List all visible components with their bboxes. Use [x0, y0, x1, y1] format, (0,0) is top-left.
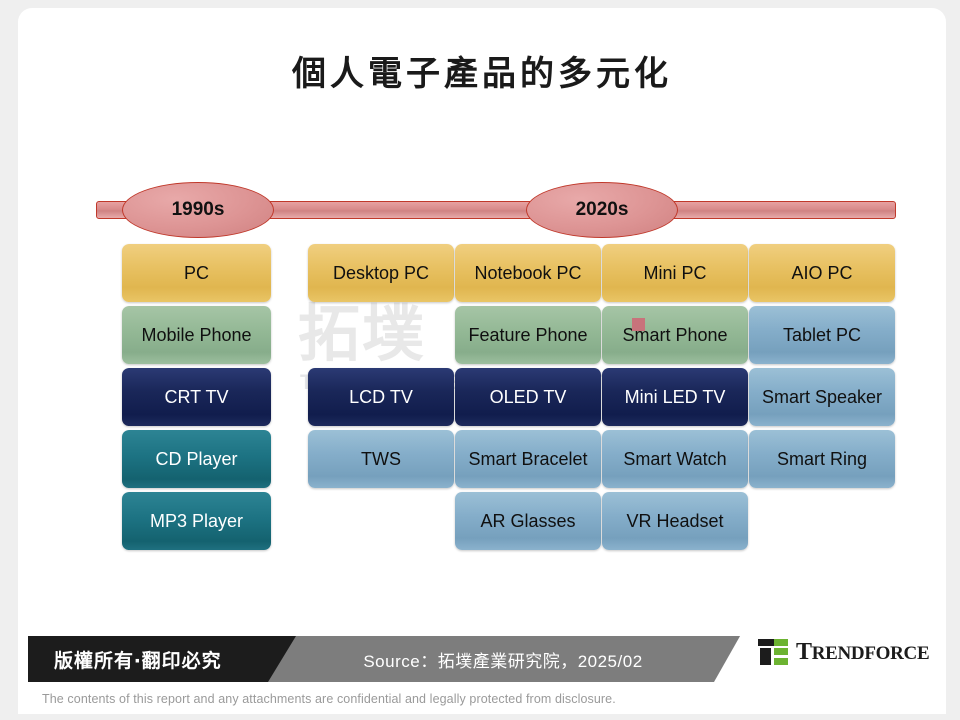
- disclaimer-text: The contents of this report and any atta…: [42, 692, 616, 706]
- product-cell-label: Desktop PC: [332, 262, 430, 283]
- slide-canvas: 個人電子產品的多元化 拓墣 TRi TOPOLOGY RESEARCH INST…: [18, 8, 946, 714]
- product-cell-feature-phone[interactable]: Feature Phone: [455, 306, 601, 364]
- logo-rest: RENDFORCE: [811, 642, 930, 664]
- product-cell-label: OLED TV: [489, 386, 567, 407]
- product-cell-tws[interactable]: TWS: [308, 430, 454, 488]
- page-title: 個人電子產品的多元化: [292, 54, 672, 94]
- product-cell-label: Smart Bracelet: [468, 448, 588, 469]
- product-cell-label: Smart Ring: [776, 448, 868, 469]
- product-cell-ar-glasses[interactable]: AR Glasses: [455, 492, 601, 550]
- trendforce-logo[interactable]: TRENDFORCE: [714, 622, 946, 682]
- product-cell-vr-headset[interactable]: VR Headset: [602, 492, 748, 550]
- product-cell-pc[interactable]: PC: [122, 244, 271, 302]
- timeline-era-1990s[interactable]: 1990s: [122, 182, 274, 238]
- product-cell-label: AIO PC: [791, 262, 853, 283]
- product-cell-notebook-pc[interactable]: Notebook PC: [455, 244, 601, 302]
- product-cell-label: Notebook PC: [474, 262, 582, 283]
- product-cell-smart-watch[interactable]: Smart Watch: [602, 430, 748, 488]
- product-cell-mobile-phone[interactable]: Mobile Phone: [122, 306, 271, 364]
- product-cell-label: CRT TV: [164, 386, 229, 407]
- product-cell-mp3-player[interactable]: MP3 Player: [122, 492, 271, 550]
- product-cell-label: Smart Watch: [623, 448, 727, 469]
- trendforce-wordmark: TRENDFORCE: [796, 638, 930, 666]
- product-cell-label: CD Player: [155, 448, 238, 469]
- product-cell-label: MP3 Player: [149, 510, 244, 531]
- product-grid: PC Desktop PC Notebook PC Mini PC AIO PC Mobi…: [122, 244, 898, 556]
- product-cell-label: Mini PC: [643, 262, 707, 283]
- footer: 版權所有‧翻印必究 Source：拓墣產業研究院，2025/02 TRENDFO…: [18, 622, 946, 682]
- trendforce-mark-icon: [758, 639, 788, 665]
- copyright-badge: 版權所有‧翻印必究: [28, 636, 296, 682]
- product-cell-desktop-pc[interactable]: Desktop PC: [308, 244, 454, 302]
- product-cell-label: PC: [183, 262, 209, 283]
- timeline-era-2020s[interactable]: 2020s: [526, 182, 678, 238]
- logo-initial: T: [796, 638, 812, 665]
- product-cell-cd-player[interactable]: CD Player: [122, 430, 271, 488]
- product-cell-aio-pc[interactable]: AIO PC: [749, 244, 895, 302]
- product-cell-oled-tv[interactable]: OLED TV: [455, 368, 601, 426]
- product-cell-smart-ring[interactable]: Smart Ring: [749, 430, 895, 488]
- red-square-marker-icon: [632, 318, 645, 331]
- product-cell-smart-speaker[interactable]: Smart Speaker: [749, 368, 895, 426]
- era-label: 1990s: [171, 199, 225, 220]
- product-cell-label: AR Glasses: [480, 510, 576, 531]
- product-cell-label: Feature Phone: [468, 324, 588, 345]
- product-cell-tablet-pc[interactable]: Tablet PC: [749, 306, 895, 364]
- product-cell-mini-pc[interactable]: Mini PC: [602, 244, 748, 302]
- product-cell-label: Tablet PC: [782, 324, 862, 345]
- product-cell-label: Smart Speaker: [761, 386, 883, 407]
- product-cell-mini-led-tv[interactable]: Mini LED TV: [602, 368, 748, 426]
- product-cell-label: TWS: [361, 448, 401, 469]
- source-text: Source：拓墣產業研究院，2025/02: [363, 651, 643, 671]
- product-cell-label: Mini LED TV: [624, 386, 726, 407]
- copyright-text: 版權所有‧翻印必究: [54, 649, 222, 672]
- product-cell-label: VR Headset: [626, 510, 724, 531]
- product-cell-smart-phone[interactable]: Smart Phone: [602, 306, 748, 364]
- product-cell-smart-bracelet[interactable]: Smart Bracelet: [455, 430, 601, 488]
- product-cell-label: Mobile Phone: [141, 324, 252, 345]
- product-cell-lcd-tv[interactable]: LCD TV: [308, 368, 454, 426]
- product-cell-label: LCD TV: [349, 386, 413, 407]
- product-cell-crt-tv[interactable]: CRT TV: [122, 368, 271, 426]
- era-label: 2020s: [575, 199, 629, 220]
